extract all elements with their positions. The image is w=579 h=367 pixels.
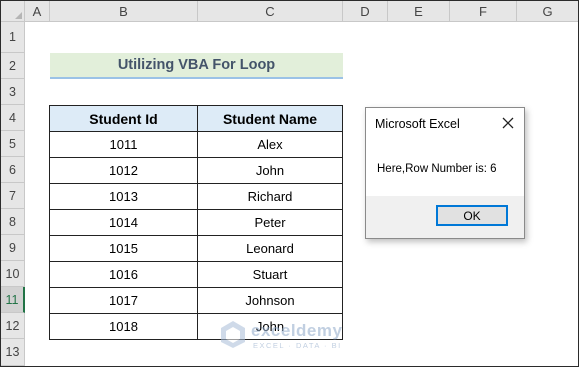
row-header-12[interactable]: 12 [1, 313, 25, 339]
table-row: 1015 Leonard [49, 235, 343, 262]
student-name-cell[interactable]: Alex [197, 131, 343, 158]
student-id-cell[interactable]: 1012 [49, 157, 198, 184]
table-row: 1014 Peter [49, 209, 343, 236]
student-name-cell[interactable]: Peter [197, 209, 343, 236]
select-all-corner[interactable] [1, 1, 25, 22]
student-id-cell[interactable]: 1011 [49, 131, 198, 158]
student-id-cell[interactable]: 1013 [49, 183, 198, 210]
dialog-title: Microsoft Excel [375, 117, 460, 131]
student-name-cell[interactable]: Stuart [197, 261, 343, 288]
student-id-cell[interactable]: 1015 [49, 235, 198, 262]
excel-worksheet: A B C D E F G 1 2 3 4 5 6 7 8 9 10 11 12… [0, 0, 579, 367]
column-header-e[interactable]: E [388, 1, 450, 22]
row-header-10[interactable]: 10 [1, 261, 25, 287]
dialog-message: Here,Row Number is: 6 [377, 163, 497, 175]
exceldemy-watermark: exceldemy EXCEL · DATA · BI [219, 319, 369, 353]
ok-button[interactable]: OK [436, 205, 508, 226]
row-header-7[interactable]: 7 [1, 183, 25, 209]
column-header-c[interactable]: C [198, 1, 343, 22]
student-id-cell[interactable]: 1014 [49, 209, 198, 236]
row-header-11[interactable]: 11 [1, 287, 25, 313]
close-icon[interactable] [498, 113, 518, 133]
header-student-name[interactable]: Student Name [197, 105, 343, 132]
student-name-cell[interactable]: Richard [197, 183, 343, 210]
header-student-id[interactable]: Student Id [49, 105, 198, 132]
row-header-5[interactable]: 5 [1, 131, 25, 157]
row-header-9[interactable]: 9 [1, 235, 25, 261]
watermark-tagline: EXCEL · DATA · BI [253, 341, 342, 350]
column-header-d[interactable]: D [343, 1, 388, 22]
column-header-b[interactable]: B [50, 1, 198, 22]
student-id-cell[interactable]: 1016 [49, 261, 198, 288]
dialog-footer: OK [366, 196, 524, 238]
student-name-cell[interactable]: Leonard [197, 235, 343, 262]
row-header-8[interactable]: 8 [1, 209, 25, 235]
student-id-cell[interactable]: 1017 [49, 287, 198, 314]
row-header-3[interactable]: 3 [1, 79, 25, 105]
message-box-dialog: Microsoft Excel Here,Row Number is: 6 OK [365, 107, 525, 239]
watermark-name: exceldemy [251, 321, 343, 340]
exceldemy-logo-icon [221, 321, 245, 348]
student-name-cell[interactable]: John [197, 157, 343, 184]
row-header-4[interactable]: 4 [1, 105, 25, 131]
sheet-title[interactable]: Utilizing VBA For Loop [50, 53, 343, 79]
column-header-f[interactable]: F [450, 1, 517, 22]
table-row: 1017 Johnson [49, 287, 343, 314]
table-row: 1013 Richard [49, 183, 343, 210]
row-header-2[interactable]: 2 [1, 53, 25, 79]
column-header-g[interactable]: G [517, 1, 578, 22]
student-id-cell[interactable]: 1018 [49, 313, 198, 340]
table-row: 1016 Stuart [49, 261, 343, 288]
table-header-row: Student Id Student Name [49, 105, 343, 132]
row-header-1[interactable]: 1 [1, 22, 25, 53]
student-table: Student Id Student Name 1011 Alex 1012 Joh… [49, 105, 343, 340]
table-row: 1011 Alex [49, 131, 343, 158]
table-row: 1012 John [49, 157, 343, 184]
student-name-cell[interactable]: Johnson [197, 287, 343, 314]
row-header-6[interactable]: 6 [1, 157, 25, 183]
column-header-a[interactable]: A [25, 1, 50, 22]
row-header-13[interactable]: 13 [1, 339, 25, 366]
